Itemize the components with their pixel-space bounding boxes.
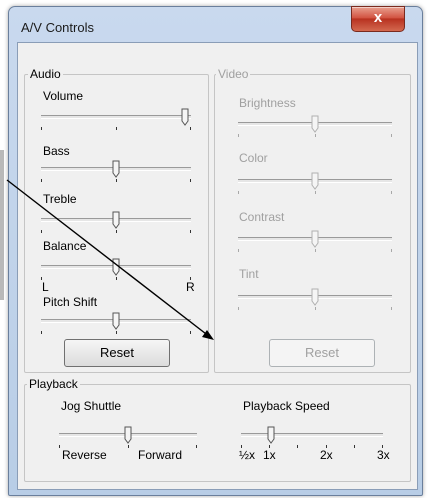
annotation-arrow: [6, 179, 214, 340]
